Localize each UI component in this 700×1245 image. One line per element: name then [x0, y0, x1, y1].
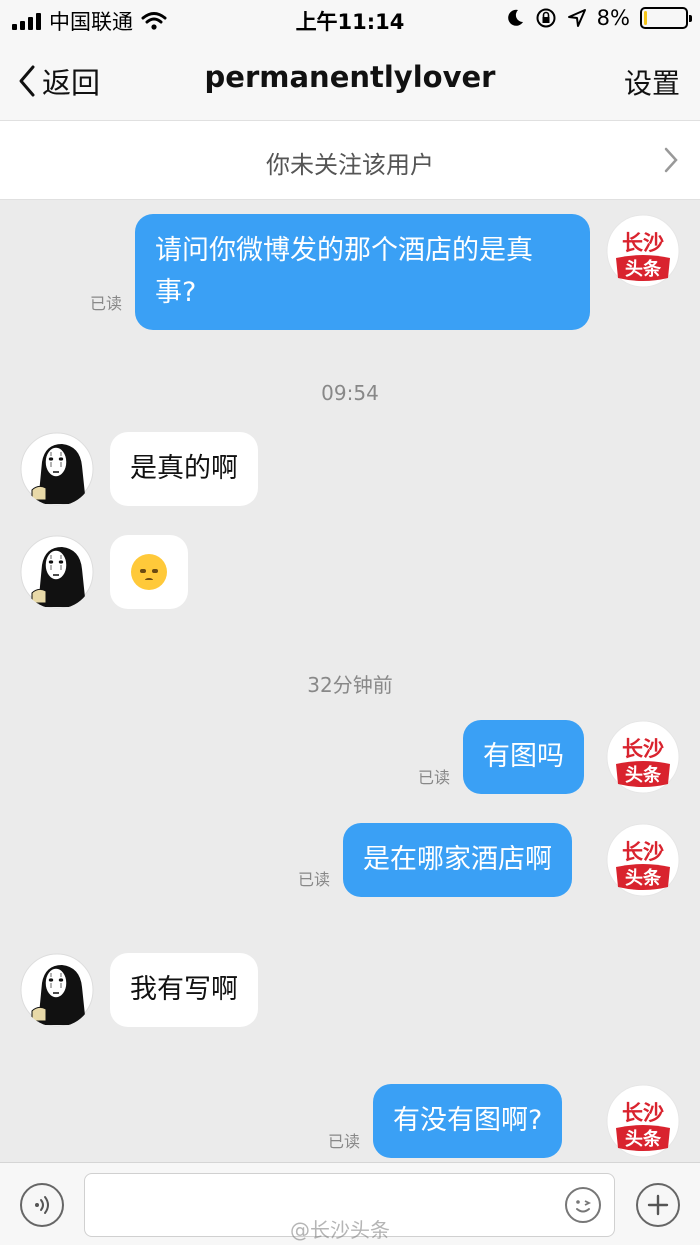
message-bubble-incoming-emoji[interactable] [110, 535, 188, 609]
status-right: 8% [505, 6, 692, 30]
settings-button[interactable]: 设置 [624, 62, 680, 102]
follow-banner[interactable]: 你未关注该用户 [0, 120, 700, 200]
add-button[interactable] [636, 1183, 680, 1227]
svg-text:头条: 头条 [625, 764, 662, 786]
message-bubble-outgoing[interactable]: 请问你微博发的那个酒店的是真事? [135, 214, 590, 330]
contact-avatar[interactable] [20, 953, 94, 1027]
battery-icon [640, 7, 692, 29]
smiley-icon [576, 1200, 592, 1213]
follow-banner-text: 你未关注该用户 [266, 151, 434, 179]
my-avatar[interactable]: 长沙 头条 [606, 214, 680, 288]
plus-icon [647, 1194, 669, 1216]
status-bar: 中国联通 上午11:14 8% [0, 0, 700, 38]
chevron-right-icon [664, 147, 678, 173]
moon-icon [507, 9, 523, 26]
my-avatar[interactable]: 长沙 头条 [606, 1084, 680, 1158]
read-receipt: 已读 [418, 768, 451, 787]
nav-bar: 返回 permanentlylover 设置 [0, 38, 700, 120]
read-receipt: 已读 [328, 1132, 361, 1151]
voice-button[interactable] [20, 1183, 64, 1227]
chevron-left-icon [19, 65, 35, 97]
message-bubble-incoming[interactable]: 是真的啊 [110, 432, 258, 506]
my-avatar[interactable]: 长沙 头条 [606, 720, 680, 794]
message-bubble-outgoing[interactable]: 是在哪家酒店啊 [343, 823, 572, 897]
voice-icon [35, 1196, 49, 1214]
brand-logo-icon: 长沙头条 [606, 1084, 680, 1158]
svg-text:长沙: 长沙 [622, 840, 664, 864]
emoji-button[interactable] [565, 1187, 601, 1223]
battery-percent: 8% [596, 6, 630, 30]
contact-avatar[interactable] [20, 535, 94, 609]
read-receipt: 已读 [298, 870, 331, 889]
back-label: 返回 [42, 66, 101, 100]
back-button[interactable]: 返回 [18, 60, 100, 102]
svg-text:长沙: 长沙 [622, 1101, 664, 1125]
ghost-mask-avatar-icon [20, 432, 94, 506]
svg-text:长沙: 长沙 [622, 231, 664, 255]
message-bubble-outgoing[interactable]: 有没有图啊? [373, 1084, 563, 1158]
message-bubble-incoming[interactable]: 我有写啊 [110, 953, 258, 1027]
message-timestamp: 32分钟前 [307, 673, 393, 697]
ghost-mask-avatar-icon [20, 953, 94, 1027]
svg-text:头条: 头条 [625, 867, 662, 889]
flushed-face-emoji-icon [131, 554, 167, 590]
chat-title: permanentlylover [204, 60, 496, 94]
brand-logo-icon: 长沙头条 [606, 823, 680, 897]
ghost-mask-avatar-icon [20, 535, 94, 609]
watermark: @长沙头条 [290, 1218, 390, 1242]
svg-text:长沙: 长沙 [622, 737, 664, 761]
location-arrow-icon [567, 9, 586, 27]
svg-text:头条: 头条 [625, 258, 662, 280]
rotation-lock-icon [536, 8, 556, 28]
message-timestamp: 09:54 [321, 381, 379, 405]
brand-logo-icon: 长沙头条 [606, 720, 680, 794]
brand-logo-icon: 长沙头条 [606, 214, 680, 288]
my-avatar[interactable]: 长沙 头条 [606, 823, 680, 897]
read-receipt: 已读 [90, 294, 123, 313]
svg-text:头条: 头条 [625, 1128, 662, 1150]
message-bubble-outgoing[interactable]: 有图吗 [463, 720, 584, 794]
contact-avatar[interactable] [20, 432, 94, 506]
